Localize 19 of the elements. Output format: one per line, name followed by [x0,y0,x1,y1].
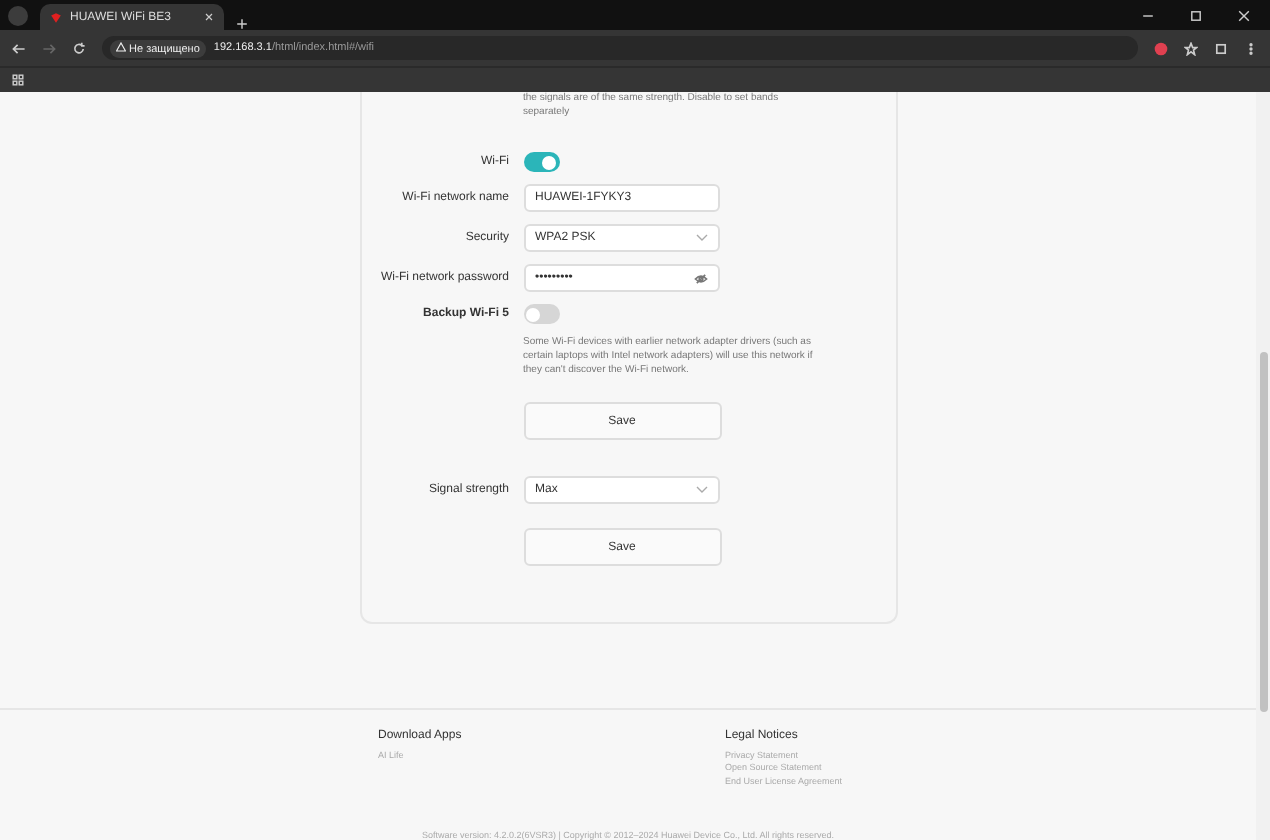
warning-icon [116,41,126,51]
chevron-down-icon [695,486,707,494]
chevron-down-icon [695,234,707,242]
toggle-switch[interactable] [523,152,559,172]
star-icon[interactable] [1184,41,1198,55]
close-icon[interactable] [1238,9,1250,21]
reload-icon[interactable] [72,41,86,55]
logo-icon [50,11,62,23]
maximize-icon[interactable] [1190,9,1202,21]
back-icon[interactable] [12,41,26,55]
toggle-switch[interactable] [523,304,559,324]
menu-icon[interactable] [1244,41,1258,55]
scrollbar-thumb[interactable] [1259,352,1267,712]
close-icon[interactable] [204,12,214,22]
apps-icon[interactable] [12,74,24,86]
eye-icon[interactable] [693,271,707,285]
minimize-icon[interactable] [1142,9,1154,21]
new-tab-icon[interactable] [236,18,248,30]
extension-icon[interactable] [1154,41,1168,55]
